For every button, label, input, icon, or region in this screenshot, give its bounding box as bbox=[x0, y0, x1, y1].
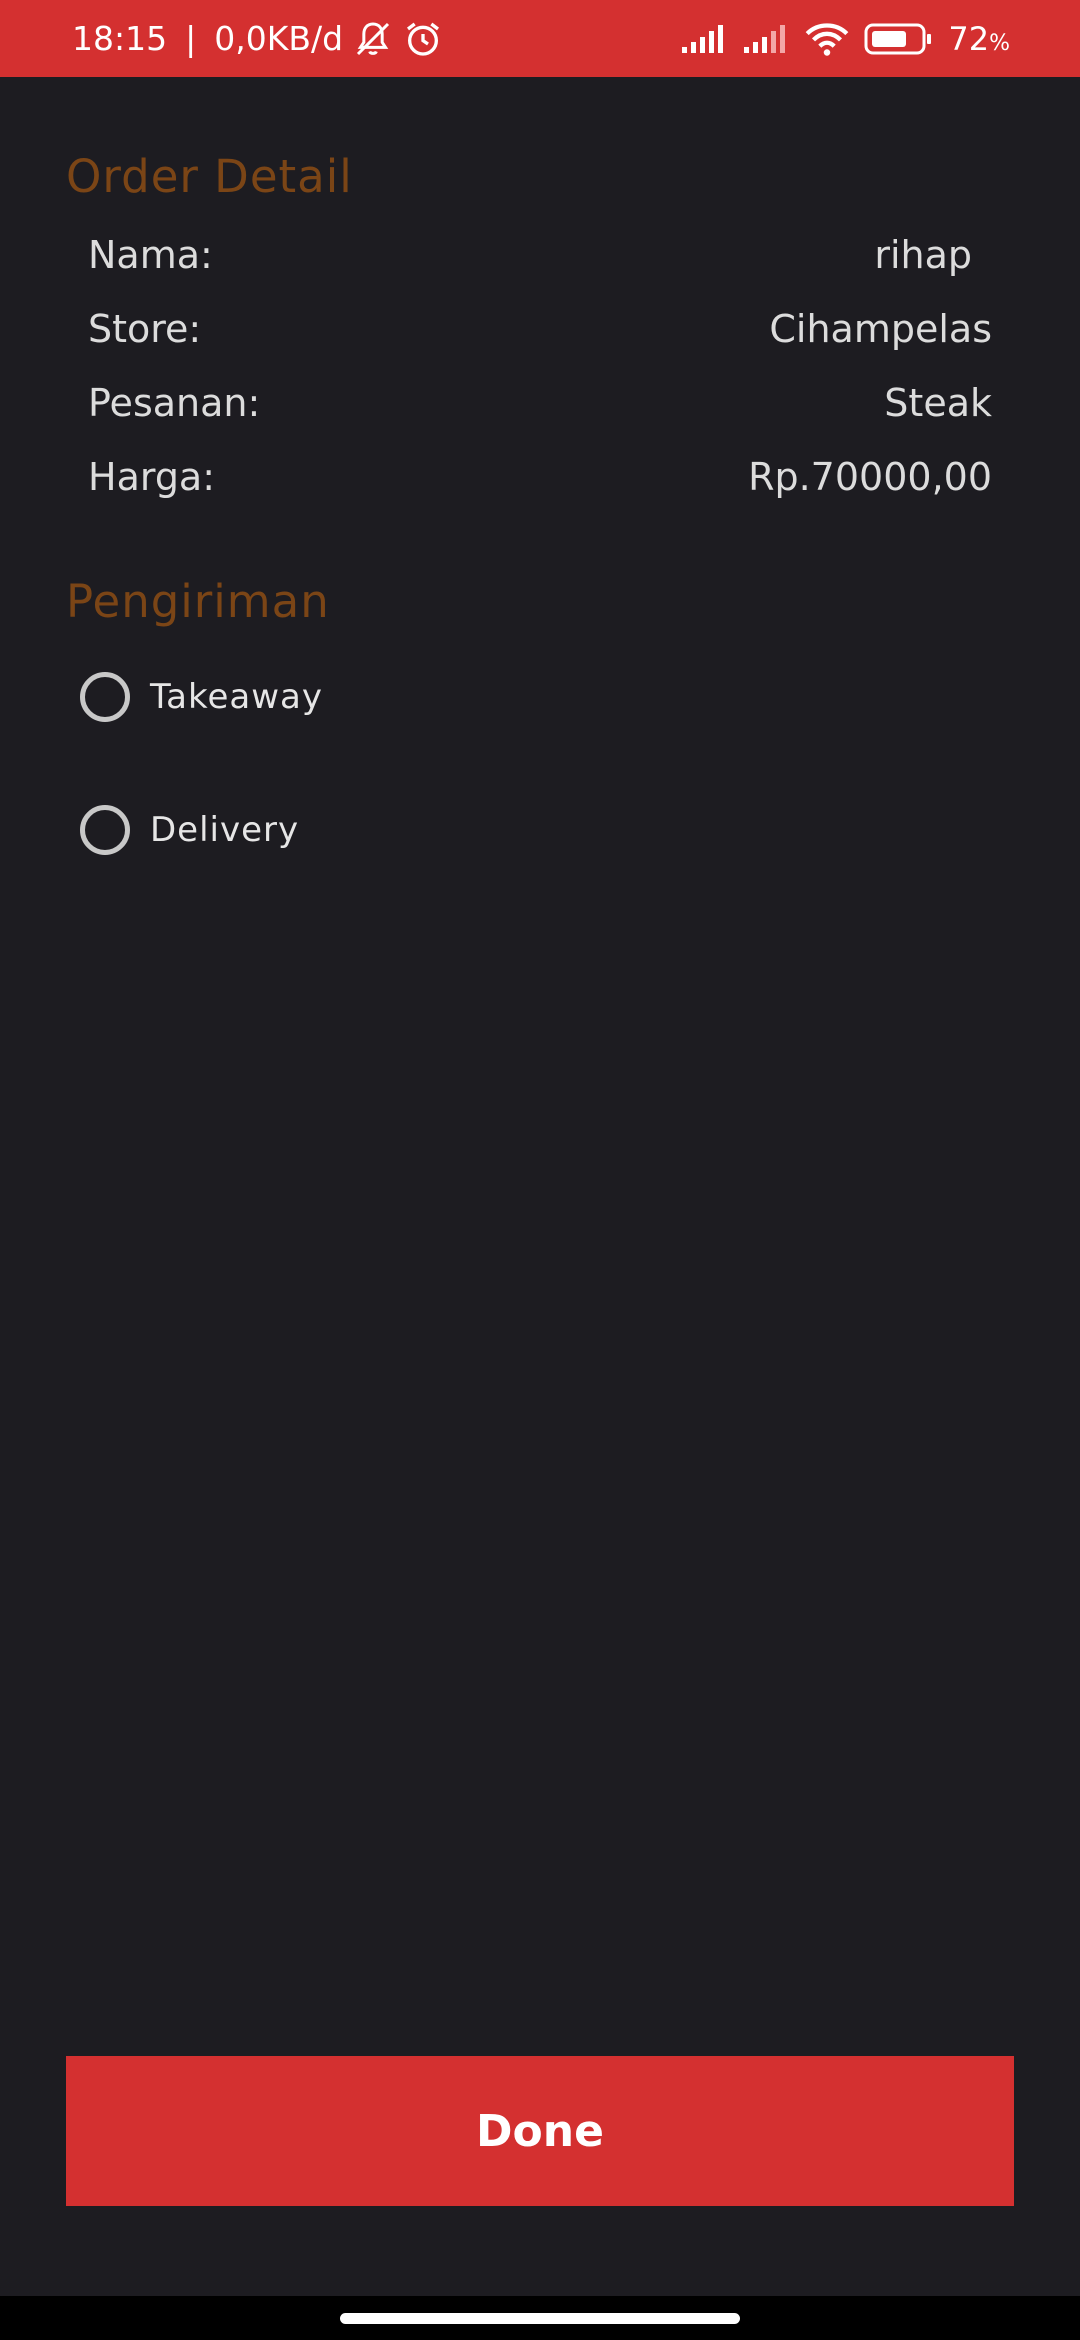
alarm-icon bbox=[407, 22, 440, 56]
store-value: Cihampelas bbox=[769, 307, 992, 351]
radio-option-delivery[interactable]: Delivery bbox=[80, 805, 299, 855]
status-right: 72% bbox=[680, 0, 1010, 77]
order-detail-title: Order Detail bbox=[66, 150, 353, 203]
status-left: 18:15 | 0,0KB/d bbox=[72, 0, 443, 77]
harga-value: Rp.70000,00 bbox=[748, 455, 992, 499]
radio-button-delivery[interactable] bbox=[80, 805, 130, 855]
wifi-icon bbox=[806, 22, 849, 56]
radio-option-takeaway[interactable]: Takeaway bbox=[80, 672, 323, 722]
nama-value: rihap bbox=[874, 233, 972, 277]
store-label: Store: bbox=[88, 307, 202, 351]
battery-percent: 72% bbox=[948, 19, 1010, 58]
done-button[interactable]: Done bbox=[66, 2056, 1014, 2206]
pesanan-label: Pesanan: bbox=[88, 381, 261, 425]
radio-label-delivery: Delivery bbox=[150, 810, 300, 850]
bell-off-icon bbox=[357, 21, 390, 55]
navigation-bar bbox=[0, 2296, 1080, 2340]
battery-icon bbox=[864, 23, 932, 54]
pesanan-value: Steak bbox=[884, 381, 992, 425]
status-separator: | bbox=[185, 19, 197, 58]
harga-label: Harga: bbox=[88, 455, 216, 499]
network-speed: 0,0KB/d bbox=[214, 19, 344, 58]
nama-label: Nama: bbox=[88, 233, 213, 277]
status-time: 18:15 bbox=[72, 19, 168, 58]
radio-button-takeaway[interactable] bbox=[80, 672, 130, 722]
home-indicator[interactable] bbox=[340, 2313, 740, 2324]
radio-label-takeaway: Takeaway bbox=[150, 677, 323, 717]
signal-icon bbox=[682, 24, 724, 53]
pengiriman-title: Pengiriman bbox=[66, 575, 330, 628]
order-detail-screen: 18:15 | 0,0KB/d 72% Order Detail Nama: r… bbox=[0, 0, 1080, 2340]
status-bar: 18:15 | 0,0KB/d 72% bbox=[0, 0, 1080, 77]
signal-icon bbox=[744, 24, 786, 53]
